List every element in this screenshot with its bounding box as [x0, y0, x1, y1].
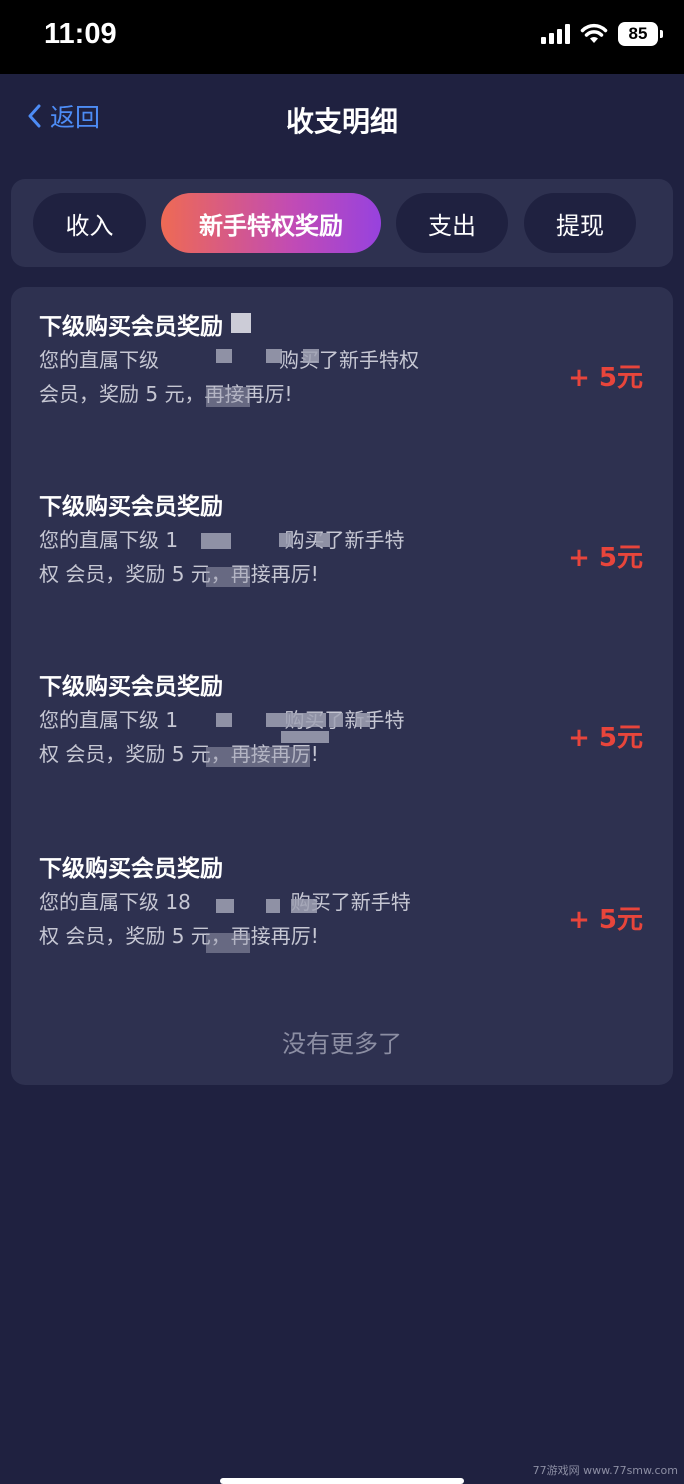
privacy-mosaic — [206, 567, 250, 587]
privacy-mosaic — [291, 899, 317, 913]
privacy-mosaic — [316, 533, 330, 547]
record-amount: + 5元 — [568, 723, 643, 753]
record-title: 下级购买会员奖励 — [39, 494, 223, 520]
record-title: 下级购买会员奖励 — [39, 674, 223, 700]
record-amount: + 5元 — [568, 363, 643, 393]
status-bar: 11:09 85 — [0, 0, 684, 74]
privacy-mosaic — [356, 713, 370, 727]
privacy-mosaic — [266, 713, 326, 727]
record-title: 下级购买会员奖励 — [39, 314, 223, 340]
watermark: 77游戏网 www.77smw.com — [532, 1464, 678, 1477]
list-item[interactable]: 下级购买会员奖励 您的直属下级 1 购买了新手特权 会员，奖励 5 元，再接再厉… — [11, 467, 673, 637]
privacy-mosaic — [279, 533, 293, 547]
cellular-signal-icon — [541, 24, 570, 44]
privacy-mosaic — [266, 349, 282, 363]
records-list: 下级购买会员奖励 您的直属下级 购买了新手特权 会员，奖励 5 元，再接再厉! … — [11, 287, 673, 1085]
privacy-mosaic — [206, 933, 250, 953]
no-more-text: 没有更多了 — [282, 1030, 402, 1058]
privacy-mosaic — [201, 533, 231, 549]
home-indicator[interactable] — [220, 1478, 464, 1484]
privacy-mosaic — [216, 713, 232, 727]
page-title: 收支明细 — [285, 105, 398, 138]
privacy-mosaic — [303, 349, 319, 363]
tab-bar: 收入 新手特权奖励 支出 提现 — [11, 179, 673, 267]
record-amount: + 5元 — [568, 543, 643, 573]
privacy-mosaic — [329, 713, 343, 727]
battery-icon: 85 — [618, 22, 663, 46]
record-title: 下级购买会员奖励 — [39, 856, 223, 882]
privacy-mosaic — [231, 313, 251, 333]
tab-income[interactable]: 收入 — [33, 193, 146, 253]
list-item[interactable]: 下级购买会员奖励 您的直属下级 1 购买了新手特权 会员，奖励 5 元，再接再厉… — [11, 647, 673, 817]
tab-withdraw[interactable]: 提现 — [524, 193, 636, 253]
status-icons: 85 — [541, 22, 663, 46]
list-item[interactable]: 下级购买会员奖励 您的直属下级 购买了新手特权 会员，奖励 5 元，再接再厉! … — [11, 287, 673, 457]
tab-newbie-reward[interactable]: 新手特权奖励 — [161, 193, 381, 253]
privacy-mosaic — [206, 387, 250, 407]
privacy-mosaic — [216, 899, 234, 913]
privacy-mosaic — [281, 731, 329, 743]
privacy-mosaic — [206, 747, 310, 767]
nav-bar: 返回 收支明细 — [0, 74, 684, 164]
status-time: 11:09 — [44, 18, 117, 50]
privacy-mosaic — [216, 349, 232, 363]
list-item[interactable]: 下级购买会员奖励 您的直属下级 18 购买了新手特权 会员，奖励 5 元，再接再… — [11, 829, 673, 999]
wifi-icon — [580, 23, 608, 43]
tab-expense[interactable]: 支出 — [396, 193, 508, 253]
privacy-mosaic — [266, 899, 280, 913]
record-amount: + 5元 — [568, 905, 643, 935]
